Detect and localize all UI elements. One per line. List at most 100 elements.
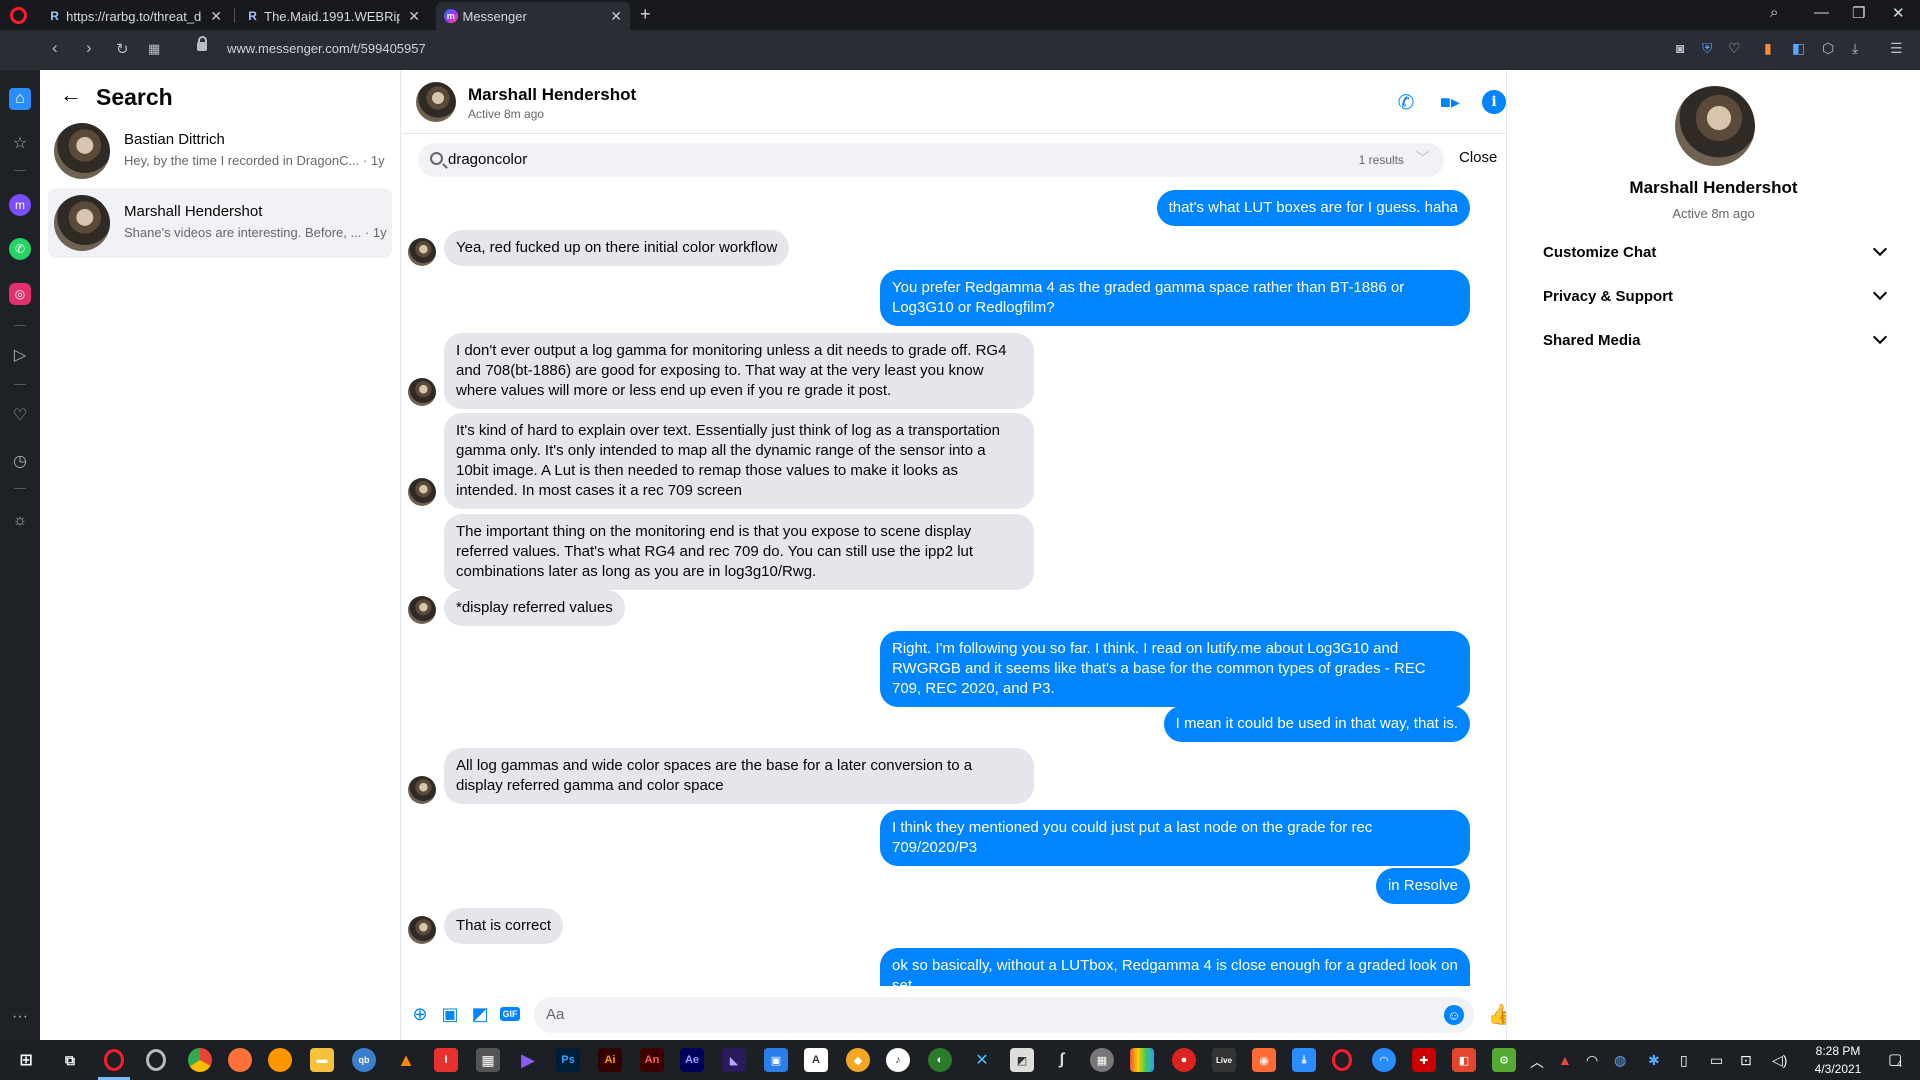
sticker-icon[interactable]: ◩ (470, 1004, 490, 1024)
close-icon[interactable]: ✕ (210, 8, 222, 25)
tab-grid-icon[interactable]: ▦ (148, 41, 160, 57)
app-icon[interactable]: ◐ (928, 1048, 952, 1072)
volume-icon[interactable]: ◁) (1772, 1052, 1787, 1069)
url-field[interactable]: www.messenger.com/t/599405957 (227, 41, 426, 56)
opera-gx-icon[interactable] (146, 1049, 166, 1071)
back-arrow-icon[interactable]: ← (60, 82, 82, 108)
avatar[interactable] (1675, 86, 1755, 166)
heart-icon[interactable]: ♡ (1728, 40, 1741, 57)
file-explorer-icon[interactable]: ▬ (310, 1048, 334, 1072)
app-icon[interactable]: ∫ (1050, 1048, 1074, 1072)
info-icon[interactable]: i (1482, 90, 1506, 114)
conversation-item[interactable]: Bastian Dittrich Hey, by the time I reco… (48, 116, 392, 186)
illustrator-icon[interactable]: Ai (598, 1048, 622, 1072)
whatsapp-icon[interactable]: ✆ (9, 238, 31, 260)
download-icon[interactable]: ⤓ (1852, 40, 1858, 57)
more-icon[interactable]: ··· (9, 1006, 31, 1028)
instagram-icon[interactable]: ◎ (9, 283, 31, 305)
task-view-icon[interactable]: ⧉ (58, 1048, 82, 1072)
emoji-icon[interactable]: ☺ (1444, 1005, 1464, 1025)
messenger-icon[interactable]: m (9, 194, 31, 216)
message-outgoing[interactable]: I think they mentioned you could just pu… (880, 810, 1470, 866)
app-icon[interactable]: ◠ (1372, 1048, 1396, 1072)
tray-app-icon[interactable]: ◍ (1614, 1052, 1626, 1069)
media-player-icon[interactable]: ▶ (516, 1048, 540, 1072)
app-icon[interactable]: Live (1212, 1048, 1236, 1072)
app-icon[interactable]: ⚙ (1492, 1048, 1516, 1072)
new-tab-button[interactable]: + (640, 4, 651, 25)
tab-rarbg-threat[interactable]: R https://rarbg.to/threat_defence.php ✕ (40, 2, 230, 30)
tray-app-icon[interactable]: ◠ (1586, 1052, 1598, 1069)
message-list[interactable]: that's what LUT boxes are for I guess. h… (402, 186, 1506, 986)
message-outgoing[interactable]: that's what LUT boxes are for I guess. h… (1156, 190, 1470, 226)
search-close-button[interactable]: Close (1459, 149, 1497, 166)
opera-icon[interactable] (104, 1049, 124, 1071)
windows-start-icon[interactable]: ⊞ (14, 1048, 38, 1072)
easy-setup-icon[interactable]: ☰ (1890, 40, 1903, 57)
app-icon[interactable]: I (434, 1048, 458, 1072)
message-outgoing[interactable]: I mean it could be used in that way, tha… (1163, 706, 1470, 742)
app-icon[interactable]: ✕ (970, 1048, 994, 1072)
gif-icon[interactable]: GIF (500, 1007, 520, 1021)
app-icon[interactable]: ✚ (1412, 1048, 1436, 1072)
network-icon[interactable]: ⊡ (1740, 1052, 1752, 1069)
search-tabs-icon[interactable]: ⌕ (1770, 4, 1778, 21)
section-customize-chat[interactable]: Customize Chat (1543, 236, 1893, 272)
app-icon[interactable]: ● (1172, 1048, 1196, 1072)
conversation-item-selected[interactable]: Marshall Hendershot Shane's videos are i… (48, 188, 392, 258)
message-incoming[interactable]: All log gammas and wide color spaces are… (444, 748, 1034, 804)
message-outgoing[interactable]: in Resolve (1375, 868, 1470, 904)
phone-call-icon[interactable]: ✆ (1394, 90, 1418, 114)
chat-contact-name[interactable]: Marshall Hendershot (468, 85, 636, 105)
vlc-icon[interactable]: ▲ (394, 1048, 418, 1072)
chevron-up-icon[interactable]: ︿ (1530, 1052, 1544, 1072)
chevron-up-icon[interactable]: ︿ (1390, 150, 1404, 166)
message-incoming[interactable]: The important thing on the monitoring en… (444, 514, 1034, 590)
cube-icon[interactable]: ⬡ (1822, 40, 1834, 57)
back-icon[interactable]: ‹ (52, 38, 58, 58)
star-icon[interactable]: ☆ (9, 132, 31, 154)
app-icon[interactable]: ◩ (1010, 1048, 1034, 1072)
adblock-shield-icon[interactable]: ⛨ (1702, 40, 1713, 57)
player-icon[interactable]: ▷ (9, 344, 31, 366)
lock-icon[interactable] (197, 36, 207, 51)
close-icon[interactable]: ✕ (408, 8, 420, 25)
heart-icon[interactable]: ♡ (9, 404, 31, 426)
opera-logo-icon[interactable] (10, 7, 27, 24)
home-icon[interactable]: ⌂ (9, 88, 31, 110)
message-incoming[interactable]: It's kind of hard to explain over text. … (444, 413, 1034, 509)
chrome-icon[interactable] (188, 1048, 212, 1072)
message-incoming[interactable]: Yea, red fucked up on there initial colo… (444, 230, 790, 266)
tab-the-maid[interactable]: R The.Maid.1991.WEBRip.XviD ✕ (238, 2, 428, 30)
message-incoming[interactable]: That is correct (444, 908, 564, 944)
photoshop-icon[interactable]: Ps (556, 1048, 580, 1072)
avatar[interactable] (416, 82, 456, 122)
message-incoming[interactable]: *display referred values (444, 590, 625, 626)
extension-icon[interactable]: ◧ (1792, 40, 1805, 57)
restore-icon[interactable]: ❐ (1852, 4, 1865, 22)
app-icon[interactable]: ▦ (1090, 1048, 1114, 1072)
usb-icon[interactable]: ▯ (1680, 1052, 1688, 1069)
app-icon[interactable]: ◉ (1252, 1048, 1276, 1072)
app-icon[interactable]: ▣ (764, 1048, 788, 1072)
minimize-icon[interactable]: — (1814, 4, 1829, 21)
firefox-icon[interactable] (228, 1048, 252, 1072)
message-outgoing[interactable]: ok so basically, without a LUTbox, Redga… (880, 948, 1470, 986)
clock-time[interactable]: 8:28 PM (1798, 1044, 1878, 1058)
firefox-dev-icon[interactable] (268, 1048, 292, 1072)
conversation-search-input[interactable]: dragoncolor 1 results (418, 143, 1444, 177)
qbittorrent-icon[interactable]: qb (352, 1048, 376, 1072)
extension-icon[interactable]: ▮ (1764, 40, 1772, 57)
app-icon[interactable]: ◧ (1452, 1048, 1476, 1072)
lightbulb-icon[interactable]: ☼ (9, 510, 31, 532)
forward-icon[interactable]: › (86, 38, 92, 58)
after-effects-icon[interactable]: Ae (680, 1048, 704, 1072)
app-icon[interactable]: A (804, 1048, 828, 1072)
bluetooth-icon[interactable]: ✱ (1648, 1052, 1660, 1069)
app-icon[interactable] (1130, 1048, 1154, 1072)
tab-messenger[interactable]: m Messenger ✕ (436, 2, 630, 30)
app-icon[interactable]: ♪ (886, 1048, 910, 1072)
tray-app-icon[interactable]: ▲ (1558, 1052, 1572, 1068)
battery-icon[interactable]: ▭ (1710, 1052, 1723, 1069)
photo-icon[interactable]: ▣ (440, 1004, 460, 1024)
